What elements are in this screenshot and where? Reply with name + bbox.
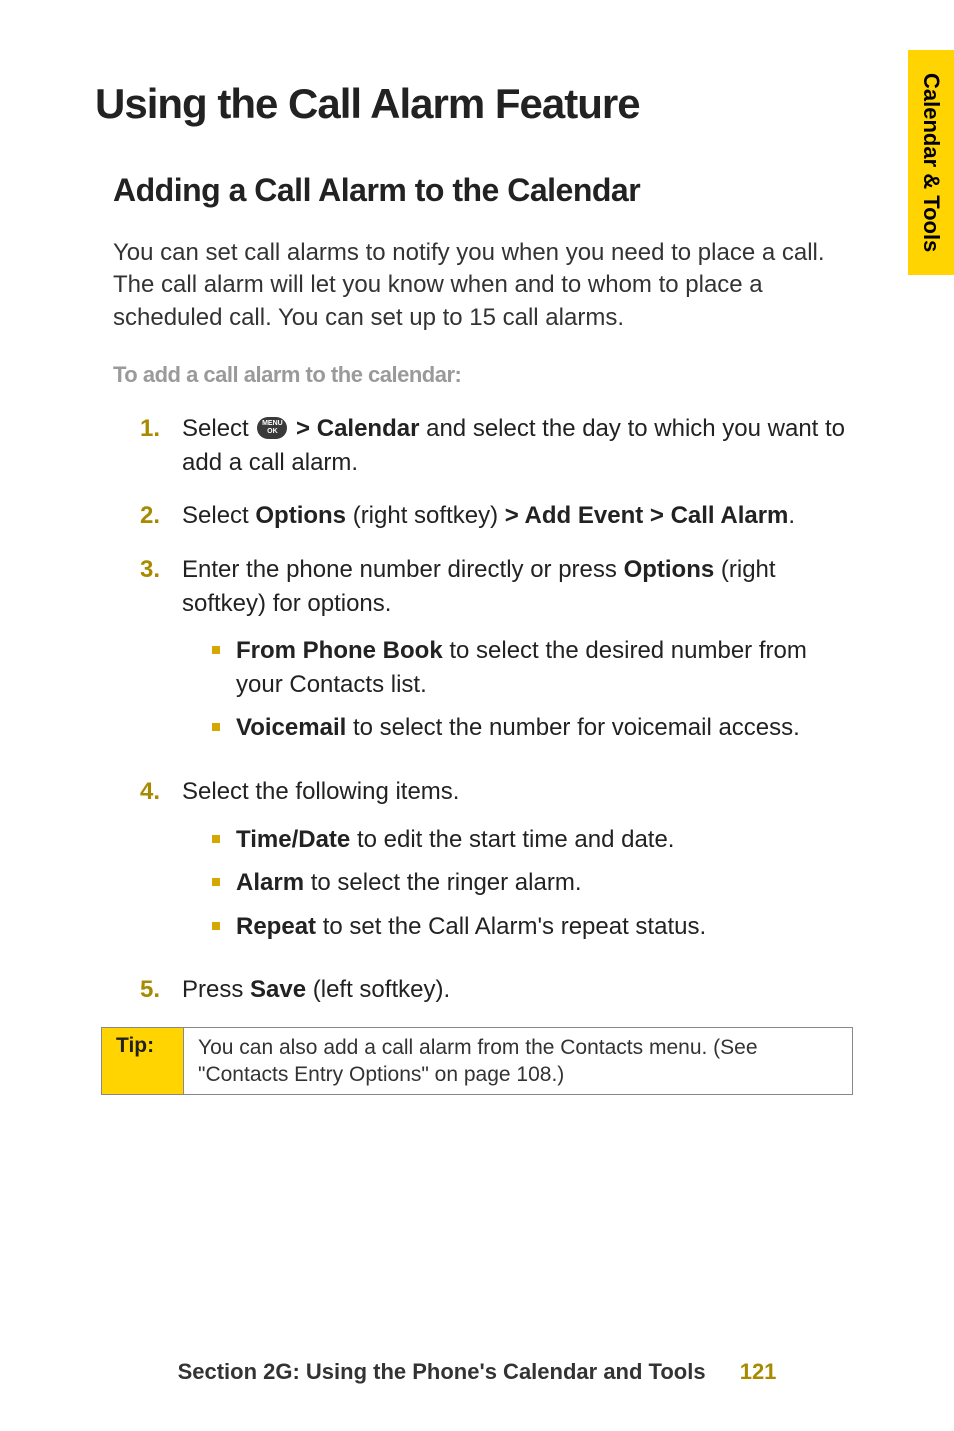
page-footer: Section 2G: Using the Phone's Calendar a… <box>0 1359 954 1385</box>
footer-text: Section 2G: Using the Phone's Calendar a… <box>178 1359 706 1384</box>
substep-item: Voicemail to select the number for voice… <box>212 711 859 745</box>
step-number: 3. <box>140 553 182 755</box>
menu-ok-icon-text: MENUOK <box>262 420 283 436</box>
bullet-icon <box>212 835 220 843</box>
side-tab-label: Calendar & Tools <box>918 73 944 252</box>
step-item: 5.Press Save (left softkey). <box>140 973 859 1007</box>
bullet-icon <box>212 922 220 930</box>
step-body: Enter the phone number directly or press… <box>182 553 859 755</box>
page-title: Using the Call Alarm Feature <box>95 80 859 128</box>
substep-text: Repeat to set the Call Alarm's repeat st… <box>236 910 706 944</box>
step-number: 2. <box>140 499 182 533</box>
steps-list: 1.Select MENUOK > Calendar and select th… <box>140 412 859 1007</box>
tip-box: Tip: You can also add a call alarm from … <box>101 1027 853 1096</box>
bullet-icon <box>212 878 220 886</box>
substep-text: Alarm to select the ringer alarm. <box>236 866 581 900</box>
step-text: Press Save (left softkey). <box>182 973 859 1007</box>
section-heading: Adding a Call Alarm to the Calendar <box>113 172 859 209</box>
step-body: Select Options (right softkey) > Add Eve… <box>182 499 859 533</box>
step-text: Select the following items. <box>182 775 859 809</box>
substep-item: From Phone Book to select the desired nu… <box>212 634 859 701</box>
step-item: 3.Enter the phone number directly or pre… <box>140 553 859 755</box>
substep-list: Time/Date to edit the start time and dat… <box>212 823 859 944</box>
tip-text: You can also add a call alarm from the C… <box>184 1028 852 1095</box>
page-number: 121 <box>740 1359 777 1384</box>
step-body: Press Save (left softkey). <box>182 973 859 1007</box>
page-content: Using the Call Alarm Feature Adding a Ca… <box>0 0 954 1095</box>
side-tab: Calendar & Tools <box>908 50 954 275</box>
substep-text: From Phone Book to select the desired nu… <box>236 634 859 701</box>
substep-item: Time/Date to edit the start time and dat… <box>212 823 859 857</box>
step-body: Select MENUOK > Calendar and select the … <box>182 412 859 479</box>
substep-item: Repeat to set the Call Alarm's repeat st… <box>212 910 859 944</box>
menu-ok-icon: MENUOK <box>257 417 287 439</box>
tip-label: Tip: <box>102 1028 184 1095</box>
bullet-icon <box>212 646 220 654</box>
step-number: 4. <box>140 775 182 953</box>
step-number: 1. <box>140 412 182 479</box>
step-item: 4.Select the following items. Time/Date t… <box>140 775 859 953</box>
substep-text: Time/Date to edit the start time and dat… <box>236 823 674 857</box>
step-number: 5. <box>140 973 182 1007</box>
step-text: Select Options (right softkey) > Add Eve… <box>182 499 859 533</box>
intro-paragraph: You can set call alarms to notify you wh… <box>113 237 859 334</box>
step-item: 2.Select Options (right softkey) > Add E… <box>140 499 859 533</box>
procedure-subhead: To add a call alarm to the calendar: <box>113 362 859 388</box>
step-item: 1.Select MENUOK > Calendar and select th… <box>140 412 859 479</box>
bullet-icon <box>212 723 220 731</box>
substep-list: From Phone Book to select the desired nu… <box>212 634 859 745</box>
step-body: Select the following items. Time/Date to … <box>182 775 859 953</box>
step-text: Enter the phone number directly or press… <box>182 553 859 620</box>
step-text: Select MENUOK > Calendar and select the … <box>182 412 859 479</box>
substep-item: Alarm to select the ringer alarm. <box>212 866 859 900</box>
substep-text: Voicemail to select the number for voice… <box>236 711 800 745</box>
